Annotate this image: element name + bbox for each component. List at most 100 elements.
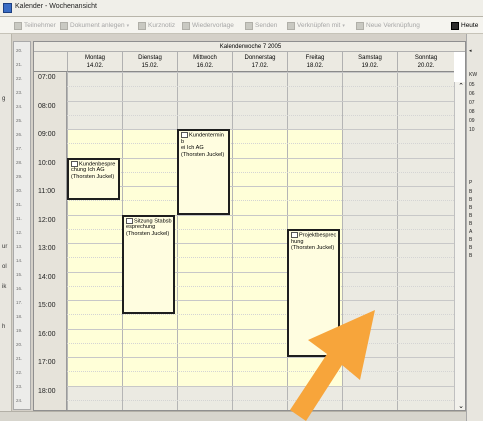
neue-verknuepfung-button[interactable]: Neue Verknüpfung [356, 19, 420, 32]
toolbar: Teilnehmer Dokument anlegen ▾ Kurznotiz W… [0, 17, 483, 34]
list-item[interactable]: B [469, 197, 472, 203]
list-item[interactable]: B [469, 205, 472, 211]
appointment[interactable]: Kundenbespre chung Ich AG (Thorsten Juckel… [67, 157, 120, 201]
hour-label: 10:00 [38, 159, 56, 167]
day-header[interactable]: Dienstag 15.02. [122, 52, 177, 72]
half-hour-line [67, 171, 454, 173]
hour-line [67, 157, 454, 159]
prev-month-icon[interactable]: ◂ [469, 48, 472, 54]
day-date: 20.02. [417, 63, 435, 69]
ruler-label: 22. [16, 370, 23, 375]
vertical-scrollbar[interactable]: ⌃ ⌄ [454, 82, 465, 410]
ruler-label: 25. [16, 118, 23, 123]
dokument-anlegen-button[interactable]: Dokument anlegen ▾ [60, 19, 129, 32]
day-column-offhours[interactable] [67, 385, 122, 410]
list-item[interactable]: B [469, 213, 472, 219]
hour-label: 09:00 [38, 131, 56, 138]
teilnehmer-button[interactable]: Teilnehmer [14, 19, 56, 32]
ruler-label: 30. [16, 188, 23, 193]
appointment-icon [181, 132, 188, 138]
hour-label: 14:00 [38, 273, 56, 281]
link-icon [287, 21, 295, 30]
title-bar: Kalender - Wochenansicht [0, 0, 483, 17]
hour-line [67, 186, 454, 187]
day-header[interactable]: Montag 14.02. [67, 52, 122, 72]
ruler-label: 17. [16, 300, 23, 305]
day-name: Mittwoch [193, 55, 217, 61]
ruler-label: 27. [16, 146, 23, 151]
appointment-text: (Thorsten Juckel) [126, 230, 170, 237]
ruler-label: 22. [16, 76, 23, 81]
ruler-label: 21. [16, 62, 23, 67]
day-header[interactable]: Sonntag 20.02. [397, 52, 454, 72]
week-number[interactable]: 09 [469, 118, 475, 124]
half-hour-line [67, 200, 454, 202]
left-mark: ol [2, 264, 7, 270]
day-header[interactable]: Donnerstag 17.02. [232, 52, 287, 72]
senden-button[interactable]: Senden [245, 19, 277, 32]
ruler-label: 23. [16, 90, 23, 95]
hour-line [67, 129, 454, 130]
left-mark: ik [2, 284, 7, 290]
day-header[interactable]: Mittwoch16.02. ◐ [177, 52, 232, 77]
week-number[interactable]: 06 [469, 91, 475, 97]
list-item[interactable]: A [469, 229, 472, 235]
appointment[interactable]: Kundentermin b ei Ich AG (Thorsten Juckel) [177, 129, 230, 215]
half-hour-line [67, 114, 454, 116]
list-item[interactable]: B [469, 253, 472, 259]
day-column-offhours[interactable] [397, 385, 454, 410]
date-ruler: 20. 21. 22. 23. 24. 25. 26. 27. 28. 29. 30. 31. 11. 1… [13, 41, 31, 410]
left-panel-edge: g ur ol ik h [0, 34, 12, 421]
day-name: Freitag [305, 55, 325, 61]
appointment-text: (Thorsten Juckel) [291, 245, 335, 252]
week-number[interactable]: 07 [469, 100, 475, 106]
week-number[interactable]: 10 [469, 127, 475, 133]
appointment-icon [126, 217, 133, 224]
list-item[interactable]: B [469, 189, 472, 195]
ruler-label: 24. [16, 104, 23, 109]
day-name: Donnerstag [244, 55, 276, 61]
day-column-offhours[interactable] [232, 385, 287, 410]
hour-label: 11:00 [38, 188, 55, 195]
scroll-down-icon[interactable]: ⌄ [456, 402, 465, 410]
day-column-offhours[interactable] [177, 385, 232, 410]
ruler-label: 26. [16, 132, 23, 137]
list-item[interactable]: B [469, 221, 472, 227]
list-item[interactable]: B [469, 237, 472, 243]
appointment-text: (Thorsten Juckel) [181, 151, 225, 158]
hour-label: 13:00 [38, 245, 56, 252]
day-date: 16.02. [196, 63, 214, 69]
wiedervorlage-button[interactable]: Wiedervorlage [182, 19, 234, 32]
new-link-icon [356, 21, 364, 30]
scroll-up-icon[interactable]: ⌃ [456, 82, 465, 92]
ruler-label: 15. [16, 272, 23, 277]
list-item[interactable]: B [469, 245, 472, 251]
day-date: 19.02. [361, 63, 379, 69]
day-header[interactable]: Freitag 18.02. [287, 52, 342, 72]
arrow-cursor-icon [290, 310, 375, 421]
appointment[interactable]: Sitzung Stabsb esprechung (Thorsten Juckel… [122, 214, 175, 315]
note-icon [138, 21, 146, 30]
week-number[interactable]: 05 [469, 82, 475, 88]
hour-label: 17:00 [38, 359, 56, 366]
day-header[interactable]: Samstag 19.02. [342, 52, 397, 72]
appointment-icon [71, 160, 78, 167]
day-column-offhours[interactable] [122, 385, 177, 410]
ruler-label: 23. [16, 384, 23, 389]
send-icon [245, 21, 253, 30]
kurznotiz-button[interactable]: Kurznotiz [138, 19, 175, 32]
day-name: Sonntag [414, 55, 438, 61]
dropdown-icon[interactable]: ▾ [127, 23, 130, 29]
verknuepfen-button[interactable]: Verknüpfen mit ▾ [287, 19, 345, 32]
ruler-label: 12. [16, 230, 23, 235]
left-mark: ur [2, 244, 8, 250]
ruler-label: 24. [16, 398, 23, 403]
half-hour-line [67, 143, 454, 145]
hour-label: 15:00 [38, 302, 56, 309]
hour-label: 07:00 [38, 74, 56, 81]
day-date: 18.02. [306, 63, 324, 69]
time-header-blank [34, 52, 67, 72]
heute-button[interactable]: Heute [451, 19, 478, 32]
week-number[interactable]: 08 [469, 109, 475, 115]
dropdown-icon[interactable]: ▾ [342, 23, 345, 29]
